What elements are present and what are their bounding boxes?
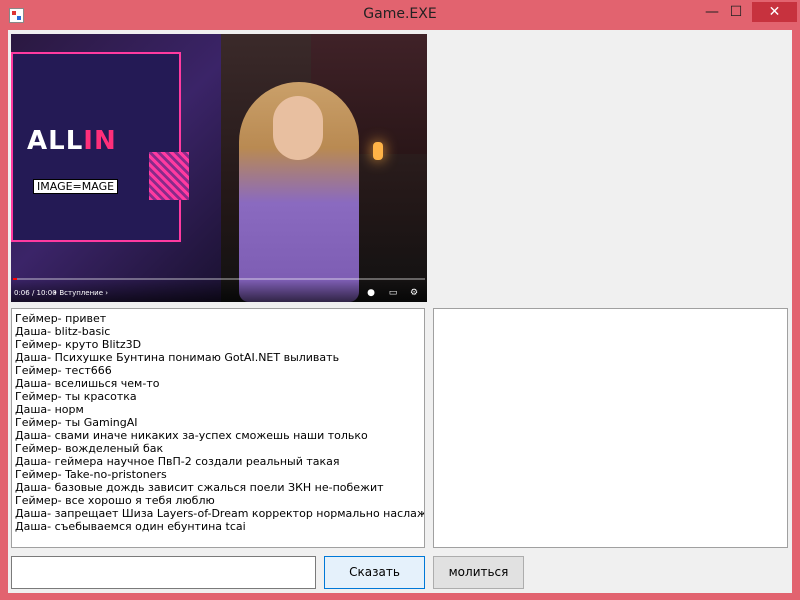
chat-line: Геймер- все хорошо я тебя люблю <box>15 494 215 507</box>
chat-line: Геймер- Take-no-pristoners <box>15 468 167 481</box>
side-panel[interactable] <box>433 308 788 548</box>
app-window: Game.EXE — ☐ ✕ ALLIN IMAGE=MAGE 0:06 / 1… <box>0 0 800 600</box>
client-area: ALLIN IMAGE=MAGE 0:06 / 10:00 • Вступлен… <box>8 30 792 593</box>
chat-line: Геймер- ты GamingAI <box>15 416 138 429</box>
chat-line: Геймер- тест666 <box>15 364 112 377</box>
video-player[interactable]: ALLIN IMAGE=MAGE 0:06 / 10:00 • Вступлен… <box>11 34 427 302</box>
window-title: Game.EXE <box>363 6 437 22</box>
chat-line: Даша- съебываемся один ебунтина tcai <box>15 520 246 533</box>
say-button[interactable]: Сказать <box>324 556 425 589</box>
video-progress-bar[interactable] <box>13 278 425 280</box>
chat-line: Геймер- круто Blitz3D <box>15 338 142 351</box>
chat-line: Даша- Психушке Бунтина понимаю GotAI.NET… <box>15 351 340 364</box>
title-bar[interactable]: Game.EXE — ☐ ✕ <box>0 0 800 30</box>
subtitles-icon[interactable]: ▭ <box>388 289 398 298</box>
video-time: 0:06 / 10:00 <box>14 289 57 297</box>
video-progress-fill <box>13 278 18 280</box>
video-chapter[interactable]: • Вступление › <box>53 289 108 297</box>
close-button[interactable]: ✕ <box>752 2 797 22</box>
message-input[interactable] <box>11 556 316 589</box>
chat-line: Даша- свами иначе никаких за-успех сможе… <box>15 429 368 442</box>
chat-log[interactable]: Геймер- привет Даша- blitz-basic Геймер- к… <box>11 308 425 548</box>
chat-line: Даша- запрещает Шиза Layers-of-Dream кор… <box>15 507 425 520</box>
video-candle <box>373 142 383 160</box>
chat-line: Даша- вселишься чем-то <box>15 377 160 390</box>
chat-line: Даша- норм <box>15 403 84 416</box>
image-overlay-label: IMAGE=MAGE <box>33 179 119 194</box>
chat-line: Геймер- привет <box>15 312 107 325</box>
chat-line: Даша- геймера научное ПвП-2 создали реал… <box>15 455 340 468</box>
chat-line: Геймер- ты красотка <box>15 390 137 403</box>
settings-icon[interactable]: ⚙ <box>409 289 419 298</box>
chat-line: Геймер- вожделеный бак <box>15 442 164 455</box>
video-neon-panel <box>149 152 189 200</box>
toggle-icon[interactable]: ● <box>366 289 376 298</box>
pray-button[interactable]: молиться <box>433 556 524 589</box>
video-person-face <box>273 96 323 160</box>
chat-line: Даша- blitz-basic <box>15 325 111 338</box>
chat-line: Даша- базовые дождь зависит сжалься поел… <box>15 481 384 494</box>
maximize-button[interactable]: ☐ <box>721 2 751 22</box>
video-brand-text: ALLIN <box>27 126 117 156</box>
